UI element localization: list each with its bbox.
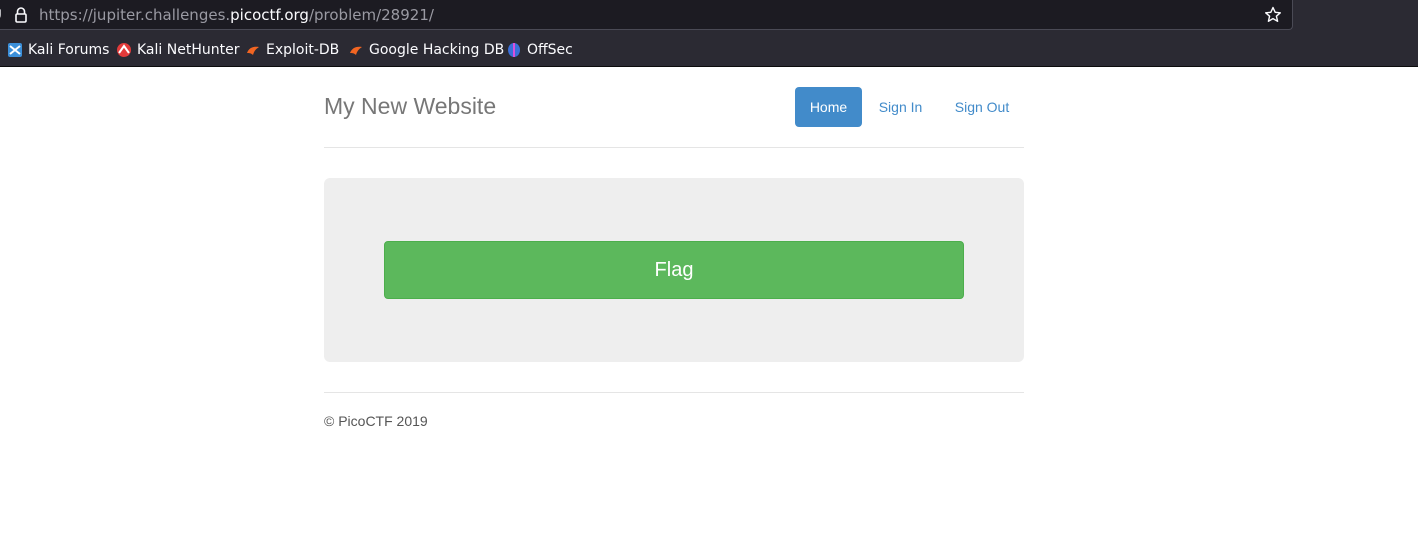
footer-divider [324, 392, 1024, 393]
kali-forums-icon [8, 43, 22, 57]
google-hacking-db-icon [350, 46, 362, 55]
flag-button[interactable]: Flag [384, 241, 964, 299]
bookmark-star-icon[interactable] [1264, 6, 1282, 24]
bookmark-exploit-db[interactable]: Exploit-DB [245, 41, 339, 59]
offsec-icon [508, 43, 520, 57]
url-text[interactable]: https://jupiter.challenges.picoctf.org/p… [39, 6, 434, 24]
bookmark-label: Exploit-DB [266, 42, 340, 58]
lock-icon[interactable] [13, 6, 29, 24]
url-path: /problem/28921/ [308, 6, 434, 24]
nav-home[interactable]: Home [795, 87, 862, 127]
bookmark-kali-nethunter[interactable]: Kali NetHunter [116, 41, 239, 59]
bookmark-label: Kali Forums [28, 42, 110, 58]
url-domain: picoctf.org [230, 6, 309, 24]
nav-sign-in[interactable]: Sign In [866, 87, 935, 127]
header-divider [324, 147, 1024, 148]
url-prefix: https://jupiter.challenges. [39, 6, 231, 24]
exploit-db-icon [247, 46, 259, 55]
bookmarks-toolbar: Kali Forums Kali NetHunter Exploit-DB Go… [0, 32, 1418, 67]
footer-copyright: © PicoCTF 2019 [324, 413, 428, 429]
bookmark-label: Google Hacking DB [369, 42, 505, 58]
address-bar[interactable]: https://jupiter.challenges.picoctf.org/p… [0, 0, 1293, 30]
browser-toolbar: https://jupiter.challenges.picoctf.org/p… [0, 0, 1418, 32]
bookmark-label: Kali NetHunter [137, 42, 240, 58]
kali-nethunter-icon [117, 43, 131, 57]
bookmark-kali-forums[interactable]: Kali Forums [7, 41, 109, 59]
nav-sign-out[interactable]: Sign Out [941, 87, 1023, 127]
bookmark-label: OffSec [527, 42, 573, 58]
bookmark-google-hacking-db[interactable]: Google Hacking DB [348, 41, 504, 59]
bookmark-offsec[interactable]: OffSec [506, 41, 573, 59]
site-title: My New Website [324, 93, 497, 119]
tracking-protection-icon[interactable] [0, 7, 1, 23]
